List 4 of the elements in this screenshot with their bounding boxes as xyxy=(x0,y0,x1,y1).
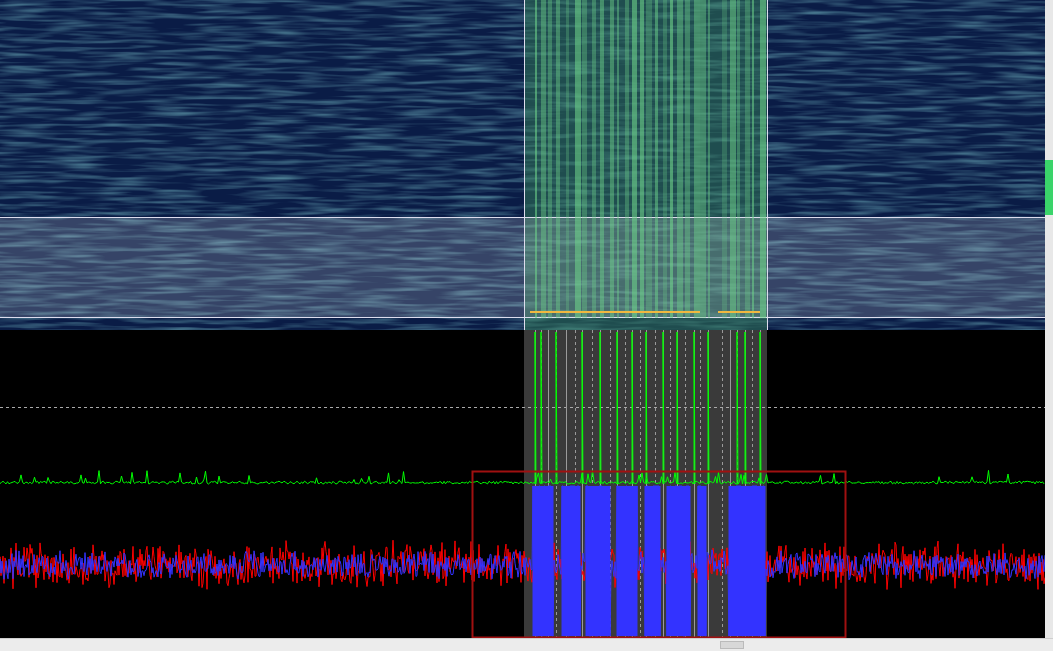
scrollbar-thumb[interactable] xyxy=(720,641,744,649)
scrollbar-thumb[interactable] xyxy=(1045,160,1053,215)
vertical-scrollbar[interactable] xyxy=(1045,0,1053,638)
horizontal-scrollbar[interactable] xyxy=(0,638,1053,651)
